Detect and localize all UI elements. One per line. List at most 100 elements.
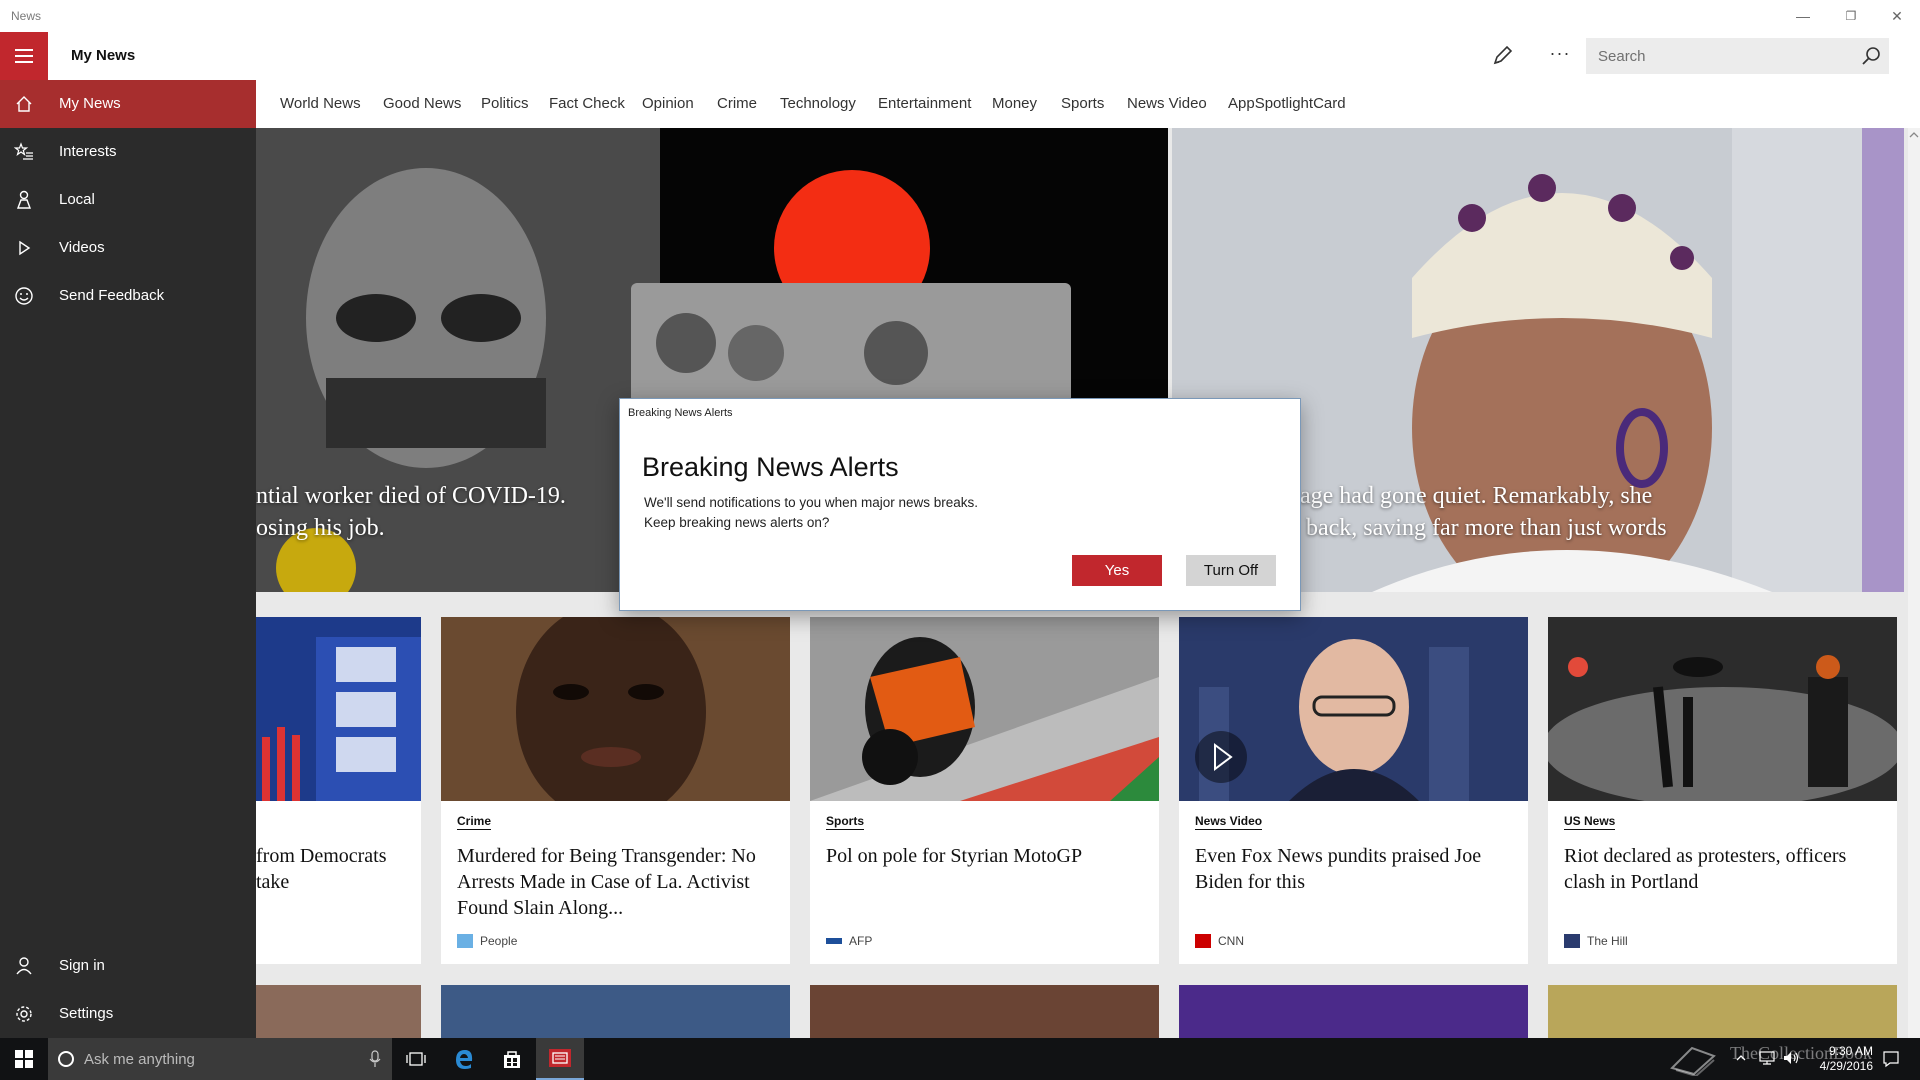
afp-logo-icon [826, 938, 842, 944]
card-headline: Even Fox News pundits praised Joe Biden … [1195, 845, 1482, 893]
close-button[interactable]: ✕ [1874, 0, 1920, 32]
search-input[interactable] [1598, 38, 1848, 74]
sidebar-item-label: Interests [59, 143, 117, 160]
scrollbar[interactable] [1908, 128, 1920, 1038]
taskbar-date: 4/29/2016 [1819, 1059, 1873, 1073]
tab-fact-check[interactable]: Fact Check [549, 95, 625, 112]
tab-opinion[interactable]: Opinion [642, 95, 694, 112]
news-card-thumbnail-partial[interactable] [810, 985, 1159, 1040]
people-logo-icon [457, 934, 473, 948]
hero-left-caption-line1: ntial worker died of COVID-19. [256, 483, 566, 509]
card-category: Sports [826, 814, 865, 830]
sidebar-item-videos[interactable]: Videos [0, 224, 256, 272]
minimize-button[interactable]: — [1780, 0, 1826, 32]
card-headline: Murdered for Being Transgender: No Arres… [457, 845, 756, 919]
dialog-body-line1: We'll send notifications to you when maj… [644, 495, 978, 510]
store-button[interactable] [488, 1038, 536, 1080]
home-icon [16, 96, 32, 112]
yes-button[interactable]: Yes [1072, 555, 1162, 586]
news-app-icon [549, 1049, 571, 1067]
sidebar-item-local[interactable]: Local [0, 176, 256, 224]
news-app-button[interactable] [536, 1038, 584, 1080]
windows-logo-icon [15, 1050, 33, 1068]
card-category: US News [1564, 814, 1616, 830]
sidebar-item-sign-in[interactable]: Sign in [0, 942, 256, 990]
cortana-icon [58, 1051, 74, 1067]
microphone-icon[interactable] [368, 1050, 382, 1068]
tab-technology[interactable]: Technology [780, 95, 856, 112]
card-thumbnail [810, 617, 1159, 801]
card-thumbnail [441, 617, 790, 801]
action-center-icon[interactable] [1882, 1050, 1900, 1068]
sidebar-item-label: Videos [59, 239, 105, 256]
hero-right-caption-line2: back, saving far more than just words [1306, 515, 1667, 541]
sidebar-item-label: Sign in [59, 957, 105, 974]
news-card[interactable]: from Democrats take [256, 617, 421, 964]
news-card-thumbnail-partial[interactable] [256, 985, 421, 1040]
tab-good-news[interactable]: Good News [383, 95, 461, 112]
gear-icon [16, 1006, 32, 1022]
sidebar: My News Interests Local Videos Send Feed… [0, 80, 256, 1038]
card-headline: Riot declared as protesters, officers cl… [1564, 845, 1847, 893]
sidebar-item-settings[interactable]: Settings [0, 990, 256, 1038]
play-icon [19, 240, 31, 256]
tab-politics[interactable]: Politics [481, 95, 529, 112]
tab-crime[interactable]: Crime [717, 95, 757, 112]
news-card[interactable]: News Video Even Fox News pundits praised… [1179, 617, 1528, 964]
dialog-body: We'll send notifications to you when maj… [644, 493, 978, 533]
cortana-search-box[interactable]: Ask me anything [48, 1038, 392, 1080]
edit-button[interactable] [1488, 42, 1516, 70]
app-header: My News ··· [0, 32, 1920, 80]
sidebar-item-my-news[interactable]: My News [0, 80, 256, 128]
tab-news-video[interactable]: News Video [1127, 95, 1207, 112]
hamburger-line [15, 49, 33, 51]
taskbar: Ask me anything TheCollectionBook 9:30 A… [0, 1038, 1920, 1080]
hamburger-menu-button[interactable] [0, 32, 48, 80]
task-view-icon [406, 1052, 426, 1066]
title-bar: News — ❐ ✕ [0, 0, 1920, 32]
edge-browser-button[interactable] [440, 1038, 488, 1080]
card-source: AFP [826, 933, 872, 949]
tab-money[interactable]: Money [992, 95, 1037, 112]
category-tabs: World News Good News Politics Fact Check… [256, 80, 1920, 128]
tab-world-news[interactable]: World News [280, 95, 361, 112]
news-card-thumbnail-partial[interactable] [1548, 985, 1897, 1040]
card-source: People [457, 933, 517, 949]
network-icon[interactable] [1758, 1050, 1776, 1066]
edge-icon [456, 1050, 473, 1069]
dialog-caption: Breaking News Alerts [628, 407, 733, 419]
tray-chevron-icon[interactable] [1735, 1052, 1747, 1064]
turn-off-button[interactable]: Turn Off [1186, 555, 1276, 586]
hamburger-line [15, 55, 33, 57]
sidebar-item-send-feedback[interactable]: Send Feedback [0, 272, 256, 320]
sidebar-item-label: My News [59, 95, 121, 112]
news-card-thumbnail-partial[interactable] [441, 985, 790, 1040]
scroll-up-arrow-icon[interactable] [1908, 129, 1920, 141]
dialog-body-line2: Keep breaking news alerts on? [644, 515, 830, 530]
taskbar-clock[interactable]: 9:30 AM 4/29/2016 [1803, 1044, 1873, 1074]
news-card[interactable]: US News Riot declared as protesters, off… [1548, 617, 1897, 964]
tab-sports[interactable]: Sports [1061, 95, 1104, 112]
maximize-button[interactable]: ❐ [1828, 0, 1874, 32]
taskbar-time: 9:30 AM [1828, 1044, 1873, 1058]
news-card-thumbnail-partial[interactable] [1179, 985, 1528, 1040]
card-source-name: CNN [1218, 934, 1244, 948]
volume-icon[interactable] [1782, 1050, 1800, 1066]
card-thumbnail [1179, 617, 1528, 801]
sidebar-item-interests[interactable]: Interests [0, 128, 256, 176]
tab-entertainment[interactable]: Entertainment [878, 95, 971, 112]
search-icon[interactable] [1861, 46, 1881, 66]
cortana-placeholder: Ask me anything [84, 1051, 195, 1068]
store-bag-icon [504, 1051, 520, 1068]
news-card[interactable]: Crime Murdered for Being Transgender: No… [441, 617, 790, 964]
search-box[interactable] [1586, 38, 1889, 74]
tab-app-spotlight-card[interactable]: AppSpotlightCard [1228, 95, 1346, 112]
start-button[interactable] [0, 1038, 48, 1080]
more-options-button[interactable]: ··· [1546, 42, 1574, 70]
cnn-logo-icon [1195, 934, 1211, 948]
task-view-button[interactable] [392, 1038, 440, 1080]
card-headline-line2: take [256, 871, 290, 893]
sidebar-item-label: Local [59, 191, 95, 208]
breaking-news-alerts-dialog: Breaking News Alerts Breaking News Alert… [619, 398, 1301, 611]
news-card[interactable]: Sports Pol on pole for Styrian MotoGP AF… [810, 617, 1159, 964]
